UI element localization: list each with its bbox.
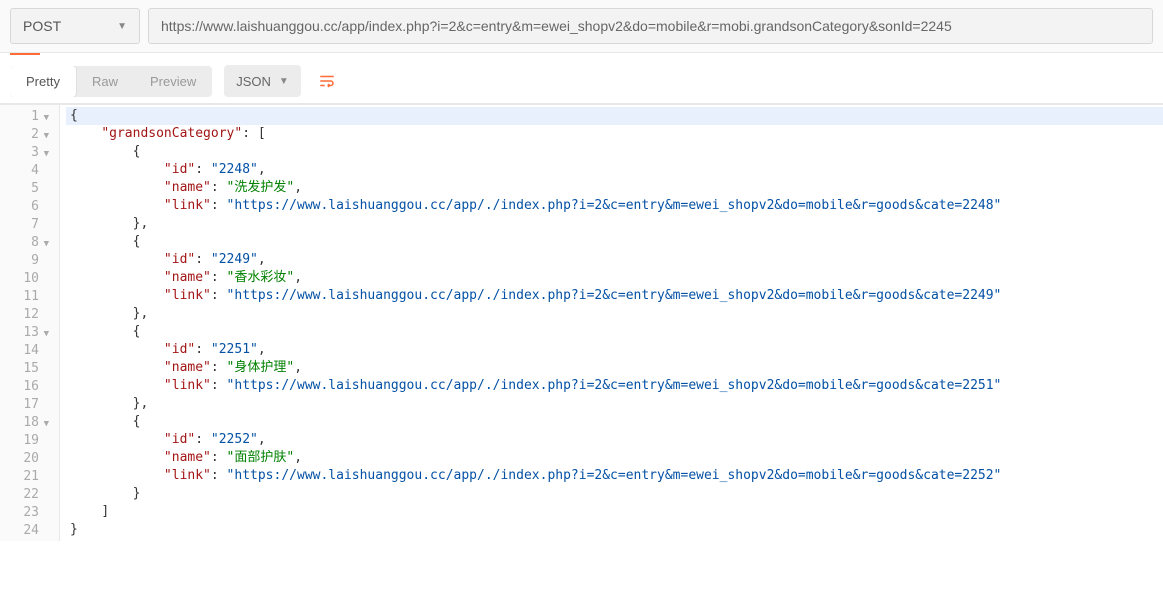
code-line: { (66, 107, 1163, 125)
gutter-line: 14 (0, 341, 59, 359)
fold-icon[interactable]: ▼ (41, 235, 49, 253)
code-line: { (66, 143, 1163, 161)
line-gutter: 1▼2▼3▼45678▼910111213▼1415161718▼1920212… (0, 105, 60, 541)
code-area[interactable]: { "grandsonCategory": [ { "id": "2248", … (60, 105, 1163, 541)
wrap-lines-button[interactable] (311, 65, 343, 97)
gutter-line: 17 (0, 395, 59, 413)
code-line: "id": "2251", (66, 341, 1163, 359)
gutter-line: 3▼ (0, 143, 59, 161)
tab-raw[interactable]: Raw (76, 66, 134, 97)
gutter-line: 8▼ (0, 233, 59, 251)
code-line: { (66, 413, 1163, 431)
gutter-line: 23 (0, 503, 59, 521)
chevron-down-icon: ▼ (279, 76, 289, 87)
code-line: }, (66, 305, 1163, 323)
request-bar: POST ▼ (0, 0, 1163, 53)
code-line: "name": "洗发护发", (66, 179, 1163, 197)
gutter-line: 4 (0, 161, 59, 179)
code-line: "link": "https://www.laishuanggou.cc/app… (66, 287, 1163, 305)
fold-icon[interactable]: ▼ (41, 325, 49, 343)
wrap-icon (318, 72, 336, 90)
http-method-select[interactable]: POST ▼ (10, 8, 140, 44)
code-line: { (66, 323, 1163, 341)
tab-pretty[interactable]: Pretty (10, 66, 76, 97)
gutter-line: 16 (0, 377, 59, 395)
tab-raw-label: Raw (92, 74, 118, 89)
gutter-line: 13▼ (0, 323, 59, 341)
gutter-line: 18▼ (0, 413, 59, 431)
gutter-line: 6 (0, 197, 59, 215)
tab-preview-label: Preview (150, 74, 196, 89)
fold-icon[interactable]: ▼ (41, 127, 49, 145)
fold-icon[interactable]: ▼ (41, 415, 49, 433)
format-value: JSON (236, 74, 271, 89)
code-line: "id": "2249", (66, 251, 1163, 269)
gutter-line: 22 (0, 485, 59, 503)
view-mode-tabs: Pretty Raw Preview (10, 66, 212, 97)
gutter-line: 9 (0, 251, 59, 269)
gutter-line: 1▼ (0, 107, 59, 125)
code-line: }, (66, 215, 1163, 233)
gutter-line: 19 (0, 431, 59, 449)
code-line: } (66, 521, 1163, 539)
code-line: "id": "2248", (66, 161, 1163, 179)
code-line: { (66, 233, 1163, 251)
fold-icon[interactable]: ▼ (41, 109, 49, 127)
code-line: }, (66, 395, 1163, 413)
code-line: "name": "面部护肤", (66, 449, 1163, 467)
format-select[interactable]: JSON ▼ (224, 65, 301, 97)
response-editor: 1▼2▼3▼45678▼910111213▼1415161718▼1920212… (0, 104, 1163, 541)
tab-pretty-label: Pretty (26, 74, 60, 89)
chevron-down-icon: ▼ (117, 21, 127, 32)
code-line: "link": "https://www.laishuanggou.cc/app… (66, 467, 1163, 485)
gutter-line: 24 (0, 521, 59, 539)
gutter-line: 2▼ (0, 125, 59, 143)
code-line: "name": "身体护理", (66, 359, 1163, 377)
code-line: ] (66, 503, 1163, 521)
fold-icon[interactable]: ▼ (41, 145, 49, 163)
http-method-value: POST (23, 18, 61, 34)
gutter-line: 20 (0, 449, 59, 467)
gutter-line: 10 (0, 269, 59, 287)
code-line: "name": "香水彩妆", (66, 269, 1163, 287)
gutter-line: 5 (0, 179, 59, 197)
gutter-line: 7 (0, 215, 59, 233)
gutter-line: 12 (0, 305, 59, 323)
code-line: "grandsonCategory": [ (66, 125, 1163, 143)
gutter-line: 21 (0, 467, 59, 485)
code-line: "link": "https://www.laishuanggou.cc/app… (66, 197, 1163, 215)
gutter-line: 15 (0, 359, 59, 377)
code-line: "id": "2252", (66, 431, 1163, 449)
url-input[interactable] (148, 8, 1153, 44)
code-line: } (66, 485, 1163, 503)
tab-preview[interactable]: Preview (134, 66, 212, 97)
response-toolbar: Pretty Raw Preview JSON ▼ (0, 55, 1163, 104)
gutter-line: 11 (0, 287, 59, 305)
code-line: "link": "https://www.laishuanggou.cc/app… (66, 377, 1163, 395)
